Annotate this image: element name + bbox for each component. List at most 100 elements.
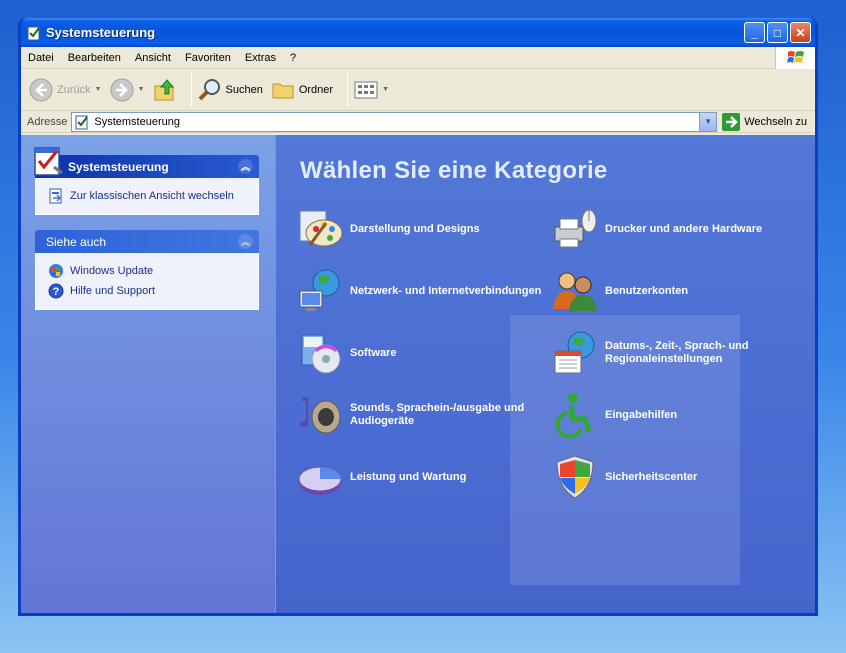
category-label: Netzwerk- und Internetverbindungen bbox=[350, 284, 542, 297]
views-dropdown-icon[interactable]: ▼ bbox=[382, 86, 389, 93]
window-title: Systemsteuerung bbox=[46, 25, 156, 40]
menu-tools[interactable]: Extras bbox=[238, 52, 283, 64]
menu-edit[interactable]: Bearbeiten bbox=[61, 52, 128, 64]
toolbar: Zurück ▼ ▼ Suchen Ordner ▼ bbox=[21, 69, 815, 111]
windows-logo-icon bbox=[775, 47, 815, 69]
forward-arrow-icon bbox=[110, 78, 134, 101]
accessibility-icon bbox=[555, 393, 592, 439]
category-label: Datums-, Zeit-, Sprach- und Regionaleins… bbox=[605, 340, 749, 365]
category-label: Software bbox=[350, 346, 397, 359]
toolbar-separator bbox=[190, 72, 192, 107]
panel-header[interactable]: Systemsteuerung ︽ bbox=[34, 147, 259, 178]
close-icon: ✕ bbox=[795, 25, 806, 40]
software-icon bbox=[301, 334, 341, 374]
shield-icon bbox=[556, 455, 594, 499]
minimize-button[interactable]: _ bbox=[744, 22, 765, 43]
go-button[interactable]: Wechseln zu bbox=[722, 112, 807, 131]
panel-body: Windows Update ? Hilfe und Support bbox=[35, 253, 259, 310]
category-appearance[interactable]: Darstellung und Designs bbox=[296, 205, 551, 253]
panel-header[interactable]: Siehe auch ︽ bbox=[35, 230, 259, 253]
category-label: Benutzerkonten bbox=[605, 284, 689, 297]
classic-view-label: Zur klassischen Ansicht wechseln bbox=[70, 190, 234, 202]
globe-calendar-icon bbox=[554, 331, 595, 374]
windows-update-label: Windows Update bbox=[70, 265, 154, 277]
search-label: Suchen bbox=[225, 83, 263, 96]
category-security-center[interactable]: Sicherheitscenter bbox=[551, 453, 806, 501]
title-bar[interactable]: Systemsteuerung _ □ ✕ bbox=[21, 18, 815, 47]
folders-label: Ordner bbox=[298, 83, 334, 96]
go-arrow-icon bbox=[722, 112, 741, 131]
control-panel-large-icon bbox=[34, 147, 63, 176]
windows-update-icon bbox=[49, 264, 63, 278]
classic-view-icon bbox=[49, 188, 62, 204]
windows-update-link[interactable]: Windows Update bbox=[48, 261, 258, 281]
views-icon bbox=[354, 81, 378, 98]
category-software[interactable]: Software bbox=[296, 329, 551, 377]
search-icon bbox=[198, 78, 220, 100]
go-label: Wechseln zu bbox=[744, 115, 807, 128]
back-label: Zurück bbox=[57, 83, 91, 96]
help-support-label: Hilfe und Support bbox=[70, 285, 155, 297]
menu-file[interactable]: Datei bbox=[21, 52, 61, 64]
panel-body: Zur klassischen Ansicht wechseln bbox=[35, 178, 259, 215]
help-icon: ? bbox=[48, 283, 64, 299]
speaker-icon bbox=[300, 397, 341, 434]
control-panel-window: Systemsteuerung _ □ ✕ Datei Bearbeiten A… bbox=[18, 18, 818, 616]
address-input[interactable]: Systemsteuerung ▼ bbox=[71, 111, 718, 132]
maximize-icon: □ bbox=[773, 25, 782, 40]
address-value: Systemsteuerung bbox=[94, 115, 180, 128]
forward-button[interactable]: ▼ bbox=[110, 78, 145, 102]
forward-dropdown-icon[interactable]: ▼ bbox=[138, 86, 145, 93]
menu-favorites[interactable]: Favoriten bbox=[178, 52, 238, 64]
address-label: Adresse bbox=[27, 115, 68, 128]
panel-title: Systemsteuerung bbox=[68, 159, 169, 174]
category-label: Darstellung und Designs bbox=[350, 222, 480, 235]
collapse-icon[interactable]: ︽ bbox=[238, 159, 253, 174]
task-pane: Systemsteuerung ︽ Zur klassischen Ansich… bbox=[21, 135, 275, 613]
minimize-icon: _ bbox=[751, 25, 758, 40]
svg-text:?: ? bbox=[53, 286, 60, 298]
back-button[interactable]: Zurück ▼ bbox=[29, 78, 102, 102]
category-sounds[interactable]: Sounds, Sprachein-/ausgabe und Audiogerä… bbox=[296, 391, 551, 439]
folder-icon bbox=[272, 83, 294, 98]
menu-help[interactable]: ? bbox=[283, 52, 303, 64]
printer-icon bbox=[554, 209, 597, 248]
help-support-link[interactable]: ? Hilfe und Support bbox=[48, 281, 258, 301]
folder-up-icon bbox=[154, 78, 174, 100]
toolbar-separator bbox=[347, 72, 349, 107]
category-performance[interactable]: Leistung und Wartung bbox=[296, 453, 551, 501]
network-icon bbox=[299, 269, 340, 311]
classic-view-link[interactable]: Zur klassischen Ansicht wechseln bbox=[48, 186, 258, 206]
palette-icon bbox=[299, 210, 343, 247]
address-dropdown-icon[interactable]: ▼ bbox=[699, 112, 717, 131]
category-user-accounts[interactable]: Benutzerkonten bbox=[551, 267, 806, 315]
close-button[interactable]: ✕ bbox=[790, 22, 811, 43]
see-also-panel: Siehe auch ︽ Windows Update ? Hilfe und … bbox=[35, 230, 259, 310]
category-accessibility[interactable]: Eingabehilfen bbox=[551, 391, 806, 439]
page-title: Wählen Sie eine Kategorie bbox=[300, 157, 608, 184]
folders-button[interactable]: Ordner bbox=[271, 78, 333, 102]
control-panel-small-icon bbox=[75, 115, 89, 129]
pie-chart-icon bbox=[298, 466, 342, 495]
up-button[interactable] bbox=[153, 78, 177, 102]
panel-title: Siehe auch bbox=[46, 234, 107, 249]
back-dropdown-icon[interactable]: ▼ bbox=[95, 86, 102, 93]
search-button[interactable]: Suchen bbox=[198, 78, 263, 102]
category-view: Wählen Sie eine Kategorie Darstellung un… bbox=[275, 135, 815, 613]
views-button[interactable]: ▼ bbox=[354, 80, 389, 100]
menu-bar: Datei Bearbeiten Ansicht Favoriten Extra… bbox=[21, 47, 815, 69]
category-label: Eingabehilfen bbox=[605, 408, 678, 421]
category-label: Leistung und Wartung bbox=[350, 470, 467, 483]
menu-view[interactable]: Ansicht bbox=[128, 52, 178, 64]
category-label: Drucker und andere Hardware bbox=[605, 222, 763, 235]
back-arrow-icon bbox=[29, 78, 53, 101]
category-label: Sounds, Sprachein-/ausgabe und Audiogerä… bbox=[350, 402, 525, 427]
category-network[interactable]: Netzwerk- und Internetverbindungen bbox=[296, 267, 551, 315]
category-label: Sicherheitscenter bbox=[605, 470, 698, 483]
collapse-icon[interactable]: ︽ bbox=[238, 234, 253, 249]
category-printers[interactable]: Drucker und andere Hardware bbox=[551, 205, 806, 253]
address-bar: Adresse Systemsteuerung ▼ Wechseln zu bbox=[21, 111, 815, 133]
maximize-button[interactable]: □ bbox=[767, 22, 788, 43]
category-date-time-region[interactable]: Datums-, Zeit-, Sprach- und Regionaleins… bbox=[551, 329, 806, 377]
control-panel-icon bbox=[27, 26, 40, 40]
